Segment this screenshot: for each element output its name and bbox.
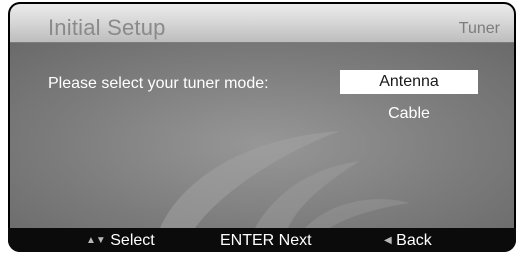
page-title: Initial Setup (48, 15, 166, 40)
section-label: Tuner (458, 20, 500, 37)
enter-next-hint: ENTER Next (220, 232, 312, 249)
option-antenna[interactable]: Antenna (340, 70, 478, 94)
up-down-arrows-icon: ▲▼ (86, 235, 106, 246)
option-cable[interactable]: Cable (340, 102, 478, 126)
dialog-header: Initial Setup Tuner (10, 4, 514, 43)
key-hint-bar: ▲▼ Select ENTER Next ◀ Back (8, 228, 516, 252)
tuner-prompt: Please select your tuner mode: (48, 75, 269, 92)
back-hint: ◀ Back (384, 232, 432, 250)
setup-dialog: Initial Setup Tuner Please select your t… (8, 2, 516, 252)
select-hint-label: Select (110, 232, 155, 249)
back-hint-label: Back (396, 232, 432, 249)
dialog-body: Please select your tuner mode: Antenna C… (10, 43, 514, 228)
select-hint: ▲▼ Select (86, 232, 155, 250)
back-arrow-icon: ◀ (384, 235, 392, 246)
